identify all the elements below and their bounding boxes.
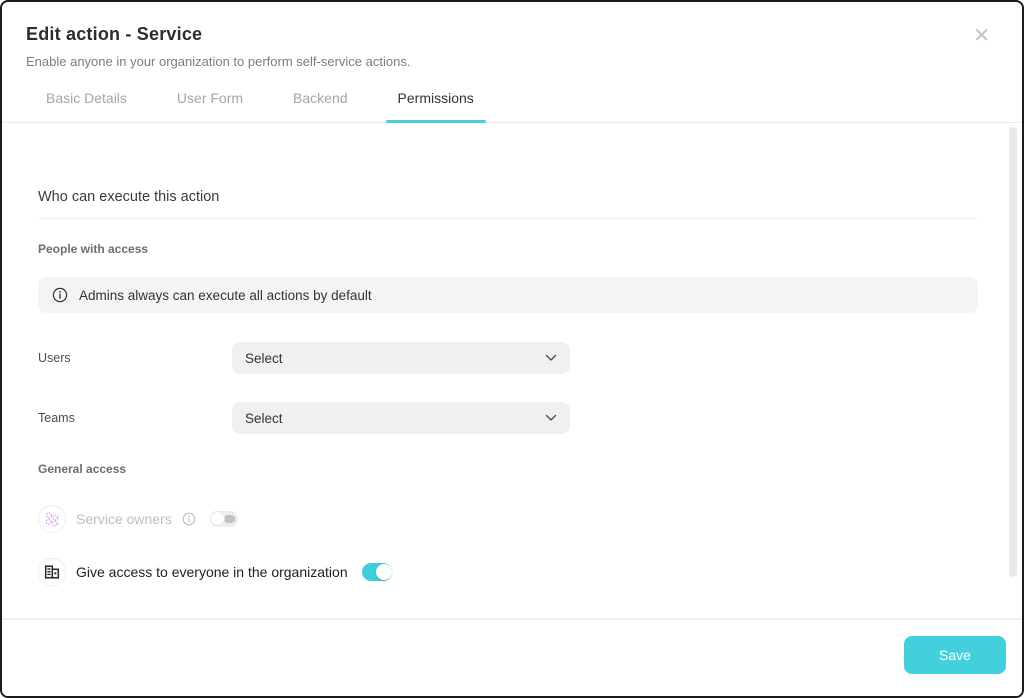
everyone-access-row: Give access to everyone in the organizat… [38,558,978,586]
close-icon[interactable]: ✕ [973,26,990,46]
general-access-heading: General access [38,462,978,476]
section-title: Who can execute this action [38,123,978,205]
teams-select-value: Select [245,411,283,426]
info-icon [182,512,196,526]
chevron-down-icon [545,409,557,427]
permissions-panel: Who can execute this action People with … [2,123,1022,618]
modal-title: Edit action - Service [26,24,202,45]
users-label: Users [38,351,232,365]
tab-user-form[interactable]: User Form [165,90,255,122]
teams-label: Teams [38,411,232,425]
service-owners-toggle[interactable] [210,511,238,527]
people-with-access-heading: People with access [38,242,978,256]
users-field-row: Users Select [38,342,978,374]
modal-header: Edit action - Service ✕ Enable anyone in… [2,2,1022,123]
banner-text: Admins always can execute all actions by… [79,288,372,303]
chevron-down-icon [545,349,557,367]
users-select-value: Select [245,351,283,366]
teams-field-row: Teams Select [38,402,978,434]
section-divider [38,218,978,219]
modal-subtitle: Enable anyone in your organization to pe… [26,54,998,69]
tab-permissions[interactable]: Permissions [386,90,486,122]
edit-action-modal: Edit action - Service ✕ Enable anyone in… [0,0,1024,698]
service-owners-row: Service owners [38,505,978,533]
tab-basic-details[interactable]: Basic Details [34,90,139,122]
everyone-access-toggle[interactable] [362,563,392,581]
admins-info-banner: Admins always can execute all actions by… [38,277,978,313]
service-owners-icon [38,505,66,533]
modal-footer: Save [2,618,1022,696]
everyone-access-label: Give access to everyone in the organizat… [76,564,348,580]
teams-select[interactable]: Select [232,402,570,434]
organization-icon [38,558,66,586]
vertical-scrollbar[interactable] [1009,127,1017,577]
save-button[interactable]: Save [904,636,1006,674]
info-icon [52,287,68,303]
service-owners-label: Service owners [76,511,172,527]
tab-bar: Basic Details User Form Backend Permissi… [26,90,998,122]
tab-backend[interactable]: Backend [281,90,359,122]
users-select[interactable]: Select [232,342,570,374]
